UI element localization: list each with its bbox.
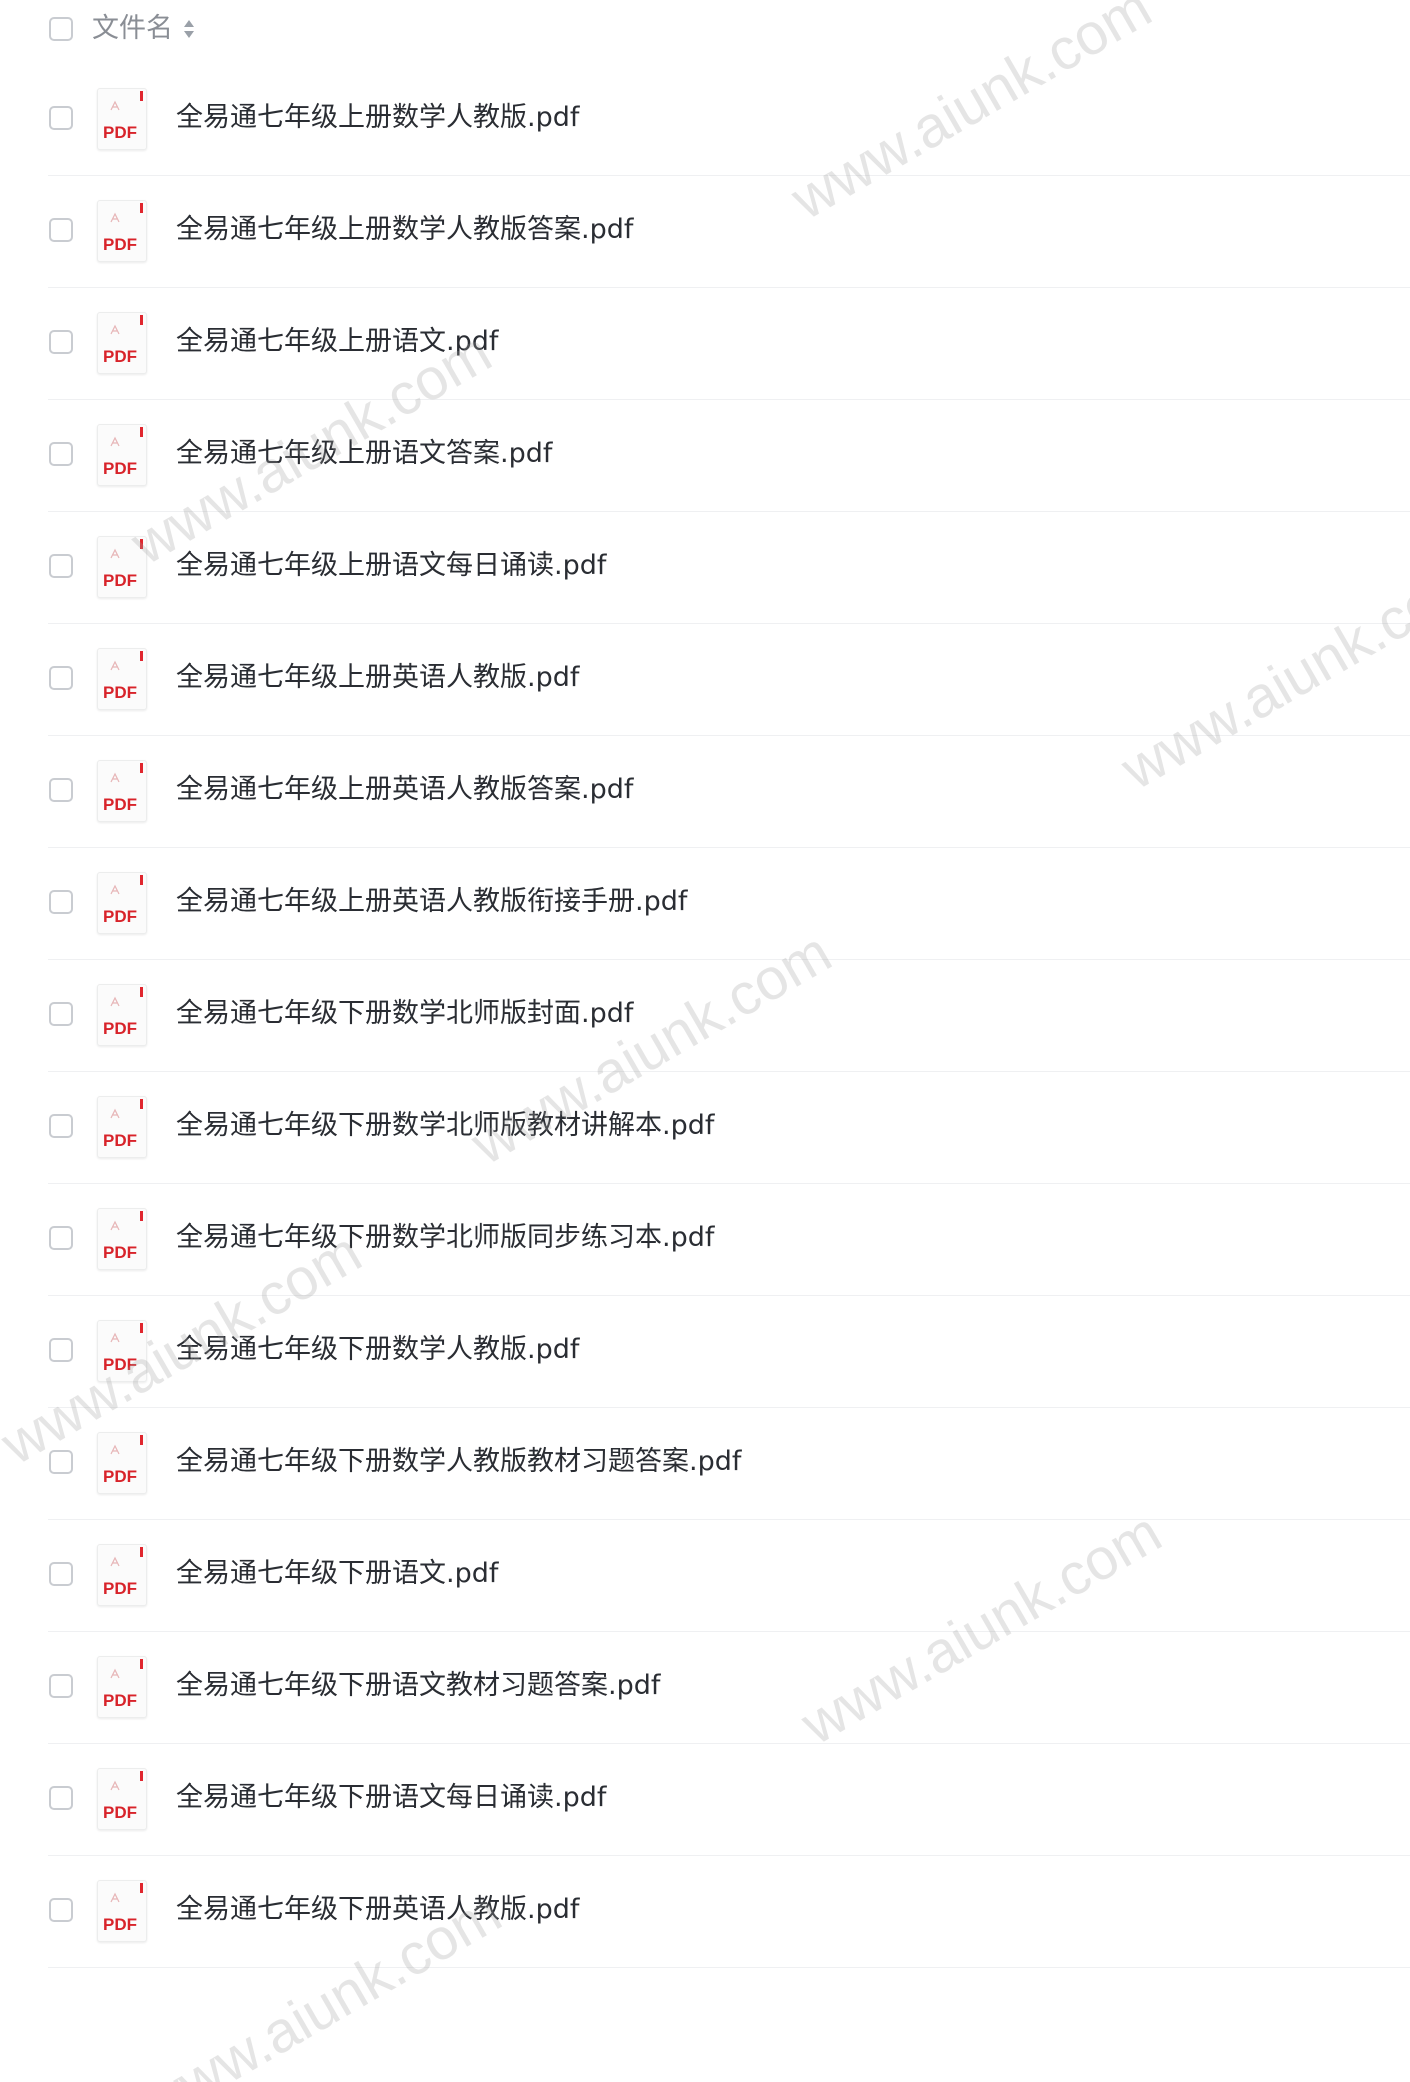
file-row[interactable]: PDF 全易通七年级上册数学人教版答案.pdf — [48, 176, 1410, 288]
file-row-checkbox[interactable] — [49, 1562, 73, 1586]
file-name[interactable]: 全易通七年级上册英语人教版衔接手册.pdf — [176, 882, 687, 922]
file-row[interactable]: PDF 全易通七年级上册语文.pdf — [48, 288, 1410, 400]
file-row-checkbox[interactable] — [49, 442, 73, 466]
file-row[interactable]: PDF 全易通七年级上册英语人教版答案.pdf — [48, 736, 1410, 848]
file-row-checkbox[interactable] — [49, 1898, 73, 1922]
file-row[interactable]: PDF 全易通七年级下册语文.pdf — [48, 1520, 1410, 1632]
file-name[interactable]: 全易通七年级下册数学北师版教材讲解本.pdf — [176, 1106, 714, 1146]
file-row[interactable]: PDF 全易通七年级下册语文教材习题答案.pdf — [48, 1632, 1410, 1744]
file-list-header: 文件名 — [0, 0, 1410, 60]
file-name[interactable]: 全易通七年级下册数学人教版.pdf — [176, 1330, 579, 1370]
file-name[interactable]: 全易通七年级下册语文每日诵读.pdf — [176, 1778, 606, 1818]
file-row-checkbox[interactable] — [49, 218, 73, 242]
column-header-filename[interactable]: 文件名 — [92, 10, 195, 48]
file-name[interactable]: 全易通七年级下册语文.pdf — [176, 1554, 498, 1594]
file-row[interactable]: PDF 全易通七年级上册语文答案.pdf — [48, 400, 1410, 512]
pdf-file-icon: PDF — [97, 1656, 147, 1718]
file-name[interactable]: 全易通七年级上册英语人教版答案.pdf — [176, 770, 633, 810]
file-row-checkbox[interactable] — [49, 554, 73, 578]
file-name[interactable]: 全易通七年级下册数学人教版教材习题答案.pdf — [176, 1442, 741, 1482]
file-row-checkbox[interactable] — [49, 1674, 73, 1698]
pdf-file-icon: PDF — [97, 648, 147, 710]
file-name[interactable]: 全易通七年级上册数学人教版.pdf — [176, 98, 579, 138]
file-row[interactable]: PDF 全易通七年级下册数学人教版教材习题答案.pdf — [48, 1408, 1410, 1520]
file-name[interactable]: 全易通七年级上册语文每日诵读.pdf — [176, 546, 606, 586]
file-list-page: 文件名 PDF 全易通七年级上册数学人教版.pdf PDF 全易通七年级上册数学人教版… — [0, 0, 1410, 2082]
file-row[interactable]: PDF 全易通七年级下册数学北师版封面.pdf — [48, 960, 1410, 1072]
file-row[interactable]: PDF 全易通七年级上册语文每日诵读.pdf — [48, 512, 1410, 624]
pdf-file-icon: PDF — [97, 1432, 147, 1494]
pdf-file-icon: PDF — [97, 984, 147, 1046]
file-name[interactable]: 全易通七年级上册英语人教版.pdf — [176, 658, 579, 698]
file-row-checkbox[interactable] — [49, 1114, 73, 1138]
file-row-checkbox[interactable] — [49, 1338, 73, 1362]
file-row[interactable]: PDF 全易通七年级下册数学北师版教材讲解本.pdf — [48, 1072, 1410, 1184]
select-all-checkbox[interactable] — [49, 17, 73, 41]
file-name[interactable]: 全易通七年级下册语文教材习题答案.pdf — [176, 1666, 660, 1706]
file-name[interactable]: 全易通七年级上册数学人教版答案.pdf — [176, 210, 633, 250]
file-list: PDF 全易通七年级上册数学人教版.pdf PDF 全易通七年级上册数学人教版答案.p… — [0, 64, 1410, 1968]
file-name[interactable]: 全易通七年级上册语文答案.pdf — [176, 434, 552, 474]
pdf-file-icon: PDF — [97, 872, 147, 934]
file-row[interactable]: PDF 全易通七年级上册英语人教版衔接手册.pdf — [48, 848, 1410, 960]
file-name[interactable]: 全易通七年级下册英语人教版.pdf — [176, 1890, 579, 1930]
file-row-checkbox[interactable] — [49, 890, 73, 914]
pdf-file-icon: PDF — [97, 424, 147, 486]
file-row-checkbox[interactable] — [49, 1786, 73, 1810]
pdf-file-icon: PDF — [97, 760, 147, 822]
file-row[interactable]: PDF 全易通七年级上册英语人教版.pdf — [48, 624, 1410, 736]
file-row[interactable]: PDF 全易通七年级下册数学北师版同步练习本.pdf — [48, 1184, 1410, 1296]
file-row[interactable]: PDF 全易通七年级上册数学人教版.pdf — [48, 64, 1410, 176]
pdf-file-icon: PDF — [97, 1544, 147, 1606]
file-name[interactable]: 全易通七年级下册数学北师版封面.pdf — [176, 994, 633, 1034]
pdf-file-icon: PDF — [97, 88, 147, 150]
file-name[interactable]: 全易通七年级下册数学北师版同步练习本.pdf — [176, 1218, 714, 1258]
file-name[interactable]: 全易通七年级上册语文.pdf — [176, 322, 498, 362]
pdf-file-icon: PDF — [97, 1208, 147, 1270]
file-row[interactable]: PDF 全易通七年级下册英语人教版.pdf — [48, 1856, 1410, 1968]
file-row-checkbox[interactable] — [49, 778, 73, 802]
file-row-checkbox[interactable] — [49, 1450, 73, 1474]
pdf-file-icon: PDF — [97, 200, 147, 262]
pdf-file-icon: PDF — [97, 312, 147, 374]
pdf-file-icon: PDF — [97, 536, 147, 598]
file-row-checkbox[interactable] — [49, 666, 73, 690]
pdf-file-icon: PDF — [97, 1320, 147, 1382]
pdf-file-icon: PDF — [97, 1880, 147, 1942]
file-row-checkbox[interactable] — [49, 1002, 73, 1026]
file-row[interactable]: PDF 全易通七年级下册数学人教版.pdf — [48, 1296, 1410, 1408]
file-row-checkbox[interactable] — [49, 106, 73, 130]
sort-icon[interactable] — [183, 18, 195, 40]
pdf-file-icon: PDF — [97, 1768, 147, 1830]
pdf-file-icon: PDF — [97, 1096, 147, 1158]
column-header-label: 文件名 — [92, 13, 173, 44]
file-row-checkbox[interactable] — [49, 330, 73, 354]
file-row-checkbox[interactable] — [49, 1226, 73, 1250]
file-row[interactable]: PDF 全易通七年级下册语文每日诵读.pdf — [48, 1744, 1410, 1856]
